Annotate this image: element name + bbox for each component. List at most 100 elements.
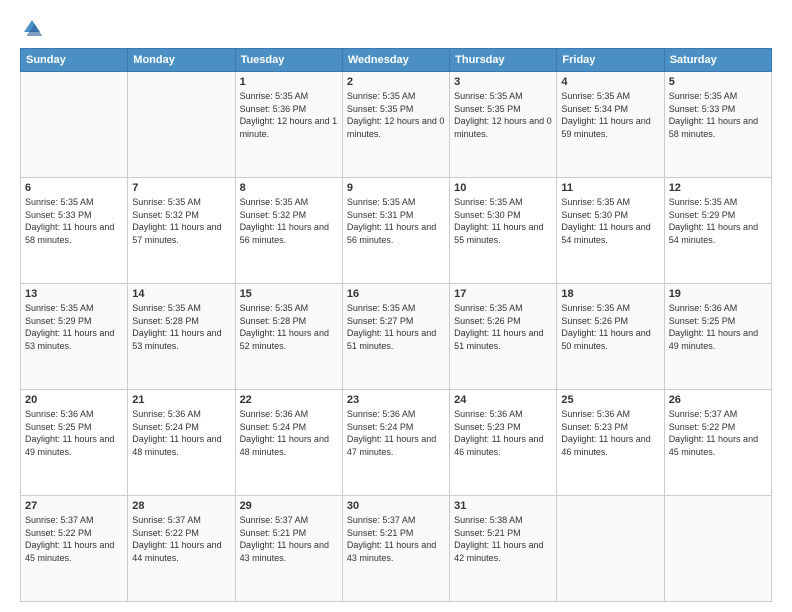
day-number: 3	[454, 76, 552, 88]
day-info: Sunrise: 5:35 AM Sunset: 5:33 PM Dayligh…	[669, 90, 767, 140]
calendar-cell: 30 Sunrise: 5:37 AM Sunset: 5:21 PM Dayl…	[342, 496, 449, 602]
day-info: Sunrise: 5:36 AM Sunset: 5:24 PM Dayligh…	[240, 408, 338, 458]
week-row-1: 1 Sunrise: 5:35 AM Sunset: 5:36 PM Dayli…	[21, 72, 772, 178]
daylight-text: Daylight: 11 hours and 45 minutes.	[669, 434, 758, 457]
week-row-4: 20 Sunrise: 5:36 AM Sunset: 5:25 PM Dayl…	[21, 390, 772, 496]
sunrise-text: Sunrise: 5:35 AM	[240, 91, 309, 101]
daylight-text: Daylight: 11 hours and 42 minutes.	[454, 540, 543, 563]
calendar-cell: 22 Sunrise: 5:36 AM Sunset: 5:24 PM Dayl…	[235, 390, 342, 496]
daylight-text: Daylight: 11 hours and 44 minutes.	[132, 540, 221, 563]
day-info: Sunrise: 5:36 AM Sunset: 5:25 PM Dayligh…	[25, 408, 123, 458]
sunset-text: Sunset: 5:22 PM	[669, 422, 736, 432]
calendar-cell: 5 Sunrise: 5:35 AM Sunset: 5:33 PM Dayli…	[664, 72, 771, 178]
day-number: 23	[347, 394, 445, 406]
day-number: 22	[240, 394, 338, 406]
calendar-table: SundayMondayTuesdayWednesdayThursdayFrid…	[20, 48, 772, 602]
daylight-text: Daylight: 11 hours and 58 minutes.	[25, 222, 114, 245]
sunset-text: Sunset: 5:22 PM	[25, 528, 92, 538]
daylight-text: Daylight: 11 hours and 53 minutes.	[25, 328, 114, 351]
day-info: Sunrise: 5:35 AM Sunset: 5:32 PM Dayligh…	[132, 196, 230, 246]
day-number: 24	[454, 394, 552, 406]
sunrise-text: Sunrise: 5:37 AM	[132, 515, 201, 525]
sunset-text: Sunset: 5:36 PM	[240, 104, 307, 114]
calendar-cell: 4 Sunrise: 5:35 AM Sunset: 5:34 PM Dayli…	[557, 72, 664, 178]
sunrise-text: Sunrise: 5:35 AM	[669, 197, 738, 207]
daylight-text: Daylight: 11 hours and 56 minutes.	[240, 222, 329, 245]
sunset-text: Sunset: 5:24 PM	[347, 422, 414, 432]
day-number: 9	[347, 182, 445, 194]
sunrise-text: Sunrise: 5:36 AM	[454, 409, 523, 419]
daylight-text: Daylight: 11 hours and 57 minutes.	[132, 222, 221, 245]
calendar-cell: 24 Sunrise: 5:36 AM Sunset: 5:23 PM Dayl…	[450, 390, 557, 496]
sunrise-text: Sunrise: 5:37 AM	[347, 515, 416, 525]
day-number: 7	[132, 182, 230, 194]
weekday-header-wednesday: Wednesday	[342, 49, 449, 72]
day-number: 11	[561, 182, 659, 194]
day-number: 27	[25, 500, 123, 512]
day-number: 13	[25, 288, 123, 300]
calendar-cell: 16 Sunrise: 5:35 AM Sunset: 5:27 PM Dayl…	[342, 284, 449, 390]
day-number: 16	[347, 288, 445, 300]
day-number: 21	[132, 394, 230, 406]
sunset-text: Sunset: 5:23 PM	[454, 422, 521, 432]
calendar-cell: 6 Sunrise: 5:35 AM Sunset: 5:33 PM Dayli…	[21, 178, 128, 284]
sunrise-text: Sunrise: 5:35 AM	[561, 197, 630, 207]
sunset-text: Sunset: 5:35 PM	[454, 104, 521, 114]
day-info: Sunrise: 5:35 AM Sunset: 5:29 PM Dayligh…	[25, 302, 123, 352]
sunset-text: Sunset: 5:22 PM	[132, 528, 199, 538]
sunset-text: Sunset: 5:29 PM	[669, 210, 736, 220]
day-info: Sunrise: 5:35 AM Sunset: 5:36 PM Dayligh…	[240, 90, 338, 140]
calendar-cell: 2 Sunrise: 5:35 AM Sunset: 5:35 PM Dayli…	[342, 72, 449, 178]
sunrise-text: Sunrise: 5:35 AM	[347, 303, 416, 313]
sunset-text: Sunset: 5:29 PM	[25, 316, 92, 326]
day-info: Sunrise: 5:37 AM Sunset: 5:22 PM Dayligh…	[132, 514, 230, 564]
sunset-text: Sunset: 5:24 PM	[240, 422, 307, 432]
weekday-header-sunday: Sunday	[21, 49, 128, 72]
sunset-text: Sunset: 5:28 PM	[132, 316, 199, 326]
day-info: Sunrise: 5:35 AM Sunset: 5:28 PM Dayligh…	[132, 302, 230, 352]
weekday-header-thursday: Thursday	[450, 49, 557, 72]
sunset-text: Sunset: 5:23 PM	[561, 422, 628, 432]
sunset-text: Sunset: 5:27 PM	[347, 316, 414, 326]
day-info: Sunrise: 5:35 AM Sunset: 5:35 PM Dayligh…	[347, 90, 445, 140]
day-number: 15	[240, 288, 338, 300]
calendar-cell: 1 Sunrise: 5:35 AM Sunset: 5:36 PM Dayli…	[235, 72, 342, 178]
day-info: Sunrise: 5:37 AM Sunset: 5:21 PM Dayligh…	[240, 514, 338, 564]
sunset-text: Sunset: 5:30 PM	[454, 210, 521, 220]
sunrise-text: Sunrise: 5:35 AM	[454, 91, 523, 101]
day-info: Sunrise: 5:36 AM Sunset: 5:25 PM Dayligh…	[669, 302, 767, 352]
sunrise-text: Sunrise: 5:35 AM	[132, 303, 201, 313]
sunset-text: Sunset: 5:25 PM	[669, 316, 736, 326]
daylight-text: Daylight: 11 hours and 46 minutes.	[561, 434, 650, 457]
day-info: Sunrise: 5:35 AM Sunset: 5:29 PM Dayligh…	[669, 196, 767, 246]
day-number: 8	[240, 182, 338, 194]
page: SundayMondayTuesdayWednesdayThursdayFrid…	[0, 0, 792, 612]
calendar-cell: 12 Sunrise: 5:35 AM Sunset: 5:29 PM Dayl…	[664, 178, 771, 284]
day-number: 19	[669, 288, 767, 300]
header	[20, 16, 772, 40]
calendar-cell	[21, 72, 128, 178]
calendar-cell	[557, 496, 664, 602]
daylight-text: Daylight: 11 hours and 49 minutes.	[25, 434, 114, 457]
daylight-text: Daylight: 11 hours and 59 minutes.	[561, 116, 650, 139]
sunrise-text: Sunrise: 5:35 AM	[347, 91, 416, 101]
day-number: 28	[132, 500, 230, 512]
sunrise-text: Sunrise: 5:36 AM	[561, 409, 630, 419]
calendar-cell: 19 Sunrise: 5:36 AM Sunset: 5:25 PM Dayl…	[664, 284, 771, 390]
daylight-text: Daylight: 11 hours and 43 minutes.	[240, 540, 329, 563]
calendar-cell: 29 Sunrise: 5:37 AM Sunset: 5:21 PM Dayl…	[235, 496, 342, 602]
sunrise-text: Sunrise: 5:35 AM	[25, 197, 94, 207]
day-number: 31	[454, 500, 552, 512]
daylight-text: Daylight: 12 hours and 0 minutes.	[454, 116, 552, 139]
day-info: Sunrise: 5:35 AM Sunset: 5:26 PM Dayligh…	[561, 302, 659, 352]
daylight-text: Daylight: 11 hours and 56 minutes.	[347, 222, 436, 245]
calendar-cell: 3 Sunrise: 5:35 AM Sunset: 5:35 PM Dayli…	[450, 72, 557, 178]
calendar-cell: 23 Sunrise: 5:36 AM Sunset: 5:24 PM Dayl…	[342, 390, 449, 496]
sunset-text: Sunset: 5:35 PM	[347, 104, 414, 114]
calendar-cell: 7 Sunrise: 5:35 AM Sunset: 5:32 PM Dayli…	[128, 178, 235, 284]
day-number: 30	[347, 500, 445, 512]
calendar-cell: 31 Sunrise: 5:38 AM Sunset: 5:21 PM Dayl…	[450, 496, 557, 602]
sunrise-text: Sunrise: 5:36 AM	[25, 409, 94, 419]
daylight-text: Daylight: 11 hours and 52 minutes.	[240, 328, 329, 351]
daylight-text: Daylight: 11 hours and 43 minutes.	[347, 540, 436, 563]
